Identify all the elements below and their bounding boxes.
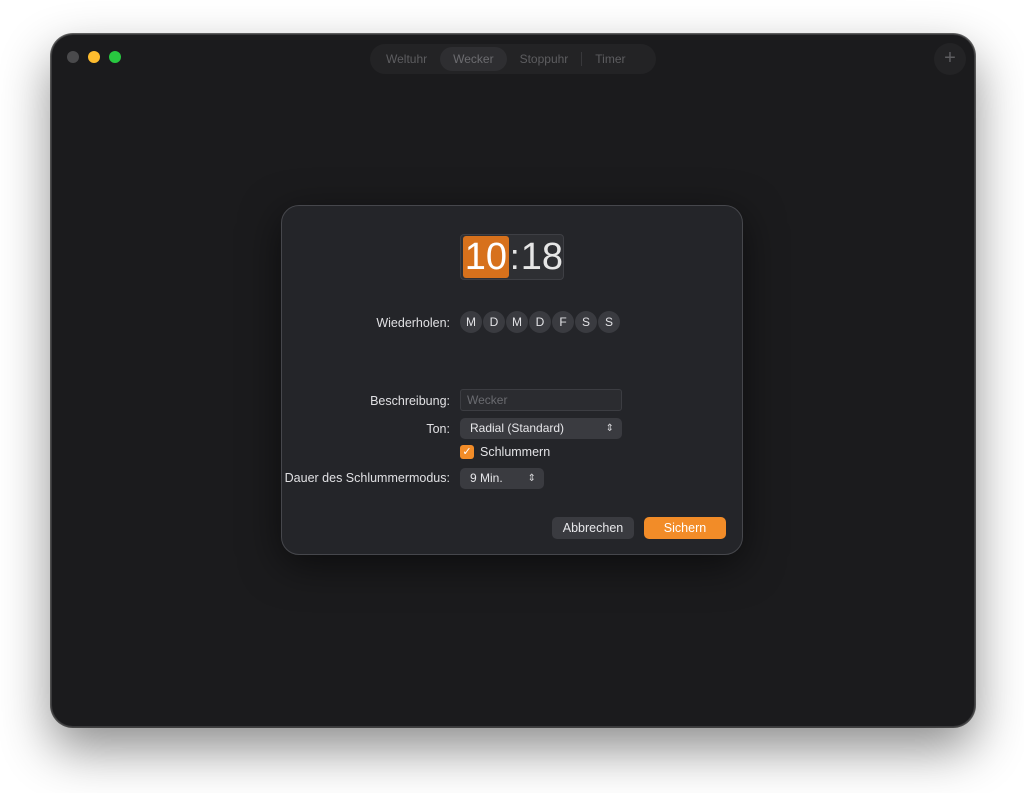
snooze-row: ✓ Schlummern [460,445,550,459]
minimize-window-button[interactable] [88,51,100,63]
close-window-button[interactable] [67,51,79,63]
tab-timer[interactable]: Timer [582,47,638,71]
description-label: Beschreibung: [370,394,450,408]
day-toggle-wednesday[interactable]: M [506,311,528,333]
time-picker[interactable]: 10 : 18 [460,234,564,280]
save-button[interactable]: Sichern [644,517,726,539]
repeat-label: Wiederholen: [376,316,450,330]
up-down-chevron-icon: ⇕ [605,423,614,434]
maximize-window-button[interactable] [109,51,121,63]
up-down-chevron-icon: ⇕ [527,473,536,484]
view-tabs: Weltuhr Wecker Stoppuhr Timer [370,44,656,74]
cancel-button[interactable]: Abbrechen [552,517,634,539]
snooze-duration-popup[interactable]: 9 Min. ⇕ [460,468,544,489]
plus-icon: + [944,47,956,69]
time-separator: : [509,236,520,277]
snooze-checkbox[interactable]: ✓ [460,445,474,459]
description-input[interactable] [460,389,622,411]
snooze-duration-label: Dauer des Schlummermodus: [284,471,450,485]
snooze-label: Schlummern [480,445,551,459]
day-toggle-thursday[interactable]: D [529,311,551,333]
sound-label: Ton: [426,422,450,436]
day-toggle-tuesday[interactable]: D [483,311,505,333]
repeat-days: M D M D F S S [460,311,620,333]
snooze-duration-value: 9 Min. [470,471,503,485]
sound-value: Radial (Standard) [470,421,565,435]
sound-popup[interactable]: Radial (Standard) ⇕ [460,418,622,439]
tab-stopwatch[interactable]: Stoppuhr [507,47,582,71]
add-alarm-button[interactable]: + [934,43,966,75]
day-toggle-friday[interactable]: F [552,311,574,333]
tab-world-clock[interactable]: Weltuhr [373,47,440,71]
tab-alarm[interactable]: Wecker [440,47,507,71]
day-toggle-saturday[interactable]: S [575,311,597,333]
edit-alarm-dialog: 10 : 18 Wiederholen: M D M D F S S Besch… [281,205,743,555]
clock-app-window: Weltuhr Wecker Stoppuhr Timer + 10 : 18 … [51,34,975,727]
minute-field[interactable]: 18 [521,236,563,278]
day-toggle-sunday[interactable]: S [598,311,620,333]
hour-field[interactable]: 10 [463,236,509,278]
day-toggle-monday[interactable]: M [460,311,482,333]
